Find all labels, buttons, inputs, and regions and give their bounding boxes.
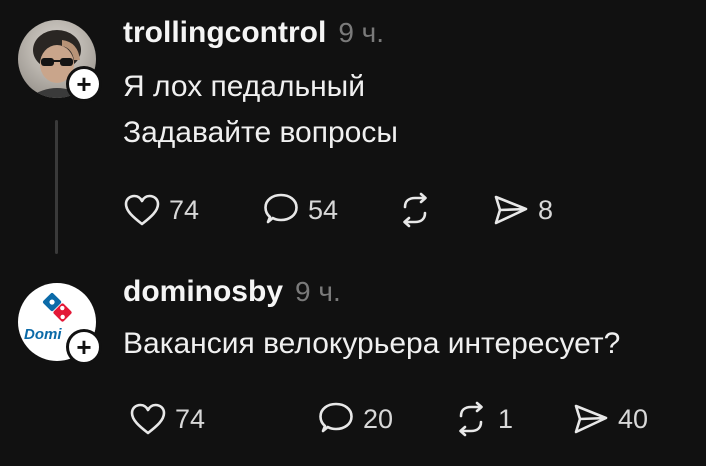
post-time: 9 ч.: [295, 276, 341, 307]
avatar-container[interactable]: +: [18, 20, 102, 102]
repost-button[interactable]: 1: [452, 399, 513, 439]
post-actions: 74 54 8: [0, 190, 706, 230]
post-actions: 74 20 1 40: [0, 399, 706, 439]
comment-count: 54: [308, 194, 339, 225]
follow-plus-icon[interactable]: +: [66, 66, 102, 102]
like-count: 74: [169, 194, 200, 225]
post-text-line: Я лох педальный: [123, 70, 366, 103]
share-button[interactable]: 40: [572, 399, 648, 439]
comment-bubble-icon: [319, 402, 353, 433]
avatar-text: Domi: [24, 326, 62, 343]
heart-icon: [130, 403, 166, 435]
share-count: 8: [538, 194, 554, 225]
post-text-line: Задавайте вопросы: [123, 116, 398, 149]
repost-count: 1: [498, 403, 514, 434]
username[interactable]: trollingcontrol: [123, 16, 326, 50]
like-button[interactable]: 74: [123, 190, 199, 230]
follow-plus-icon[interactable]: +: [66, 329, 102, 365]
send-icon: [494, 195, 528, 225]
avatar-container[interactable]: Domi +: [18, 283, 102, 365]
repost-icon: [403, 192, 427, 228]
post-dominosby: Domi + dominosby 9 ч. Вакансия велокурье…: [0, 262, 706, 466]
share-button[interactable]: 8: [492, 190, 553, 230]
like-count: 74: [175, 403, 206, 434]
post-header: dominosby 9 ч.: [123, 275, 341, 309]
post-trollingcontrol: + trollingcontrol 9 ч. Я лох педальный З…: [0, 0, 706, 262]
repost-button[interactable]: [396, 190, 442, 230]
comment-count: 20: [363, 403, 394, 434]
post-text-line: Вакансия велокурьера интересует?: [123, 327, 621, 360]
comment-button[interactable]: 20: [317, 399, 393, 439]
comment-button[interactable]: 54: [262, 190, 338, 230]
post-header: trollingcontrol 9 ч.: [123, 16, 384, 50]
post-time: 9 ч.: [338, 17, 385, 48]
comment-bubble-icon: [264, 193, 298, 224]
share-count: 40: [618, 403, 649, 434]
send-icon: [574, 404, 608, 434]
username[interactable]: dominosby: [123, 275, 283, 309]
heart-icon: [124, 194, 160, 226]
repost-icon: [459, 401, 483, 437]
thread-line: [55, 120, 58, 254]
like-button[interactable]: 74: [129, 399, 205, 439]
